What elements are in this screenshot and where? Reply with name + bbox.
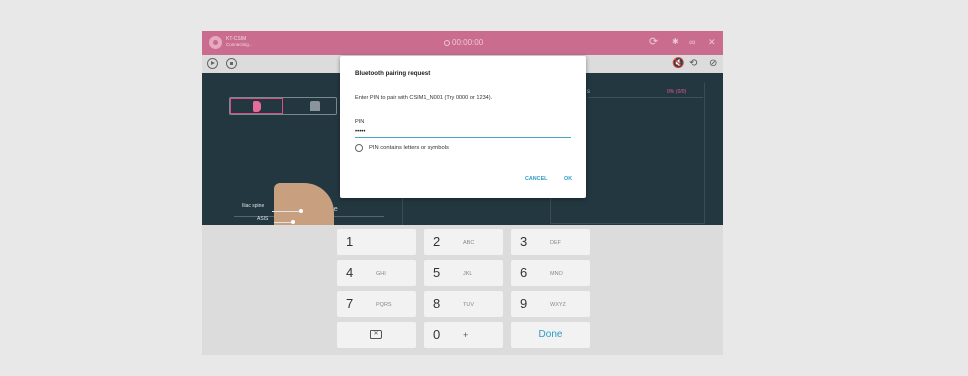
mute-icon[interactable]: 🔇 (672, 57, 684, 71)
key-7[interactable]: 7 PQRS (337, 291, 416, 317)
connection-status: Connecting... (226, 42, 253, 47)
dialog-title: Bluetooth pairing request (355, 70, 431, 77)
app-logo-icon (209, 36, 222, 49)
session-timer: 00:00:00 (444, 38, 483, 47)
progress-value: 0% (0/0) (667, 89, 687, 95)
title-bar: KT-CSIM Connecting... 00:00:00 ⟳ ✱ ∞ ✕ (202, 31, 723, 55)
clock-icon (444, 40, 450, 46)
divider (588, 97, 703, 98)
pin-label: PIN (355, 119, 365, 125)
key-3[interactable]: 3 DEF (511, 229, 590, 255)
landmark-pointer (272, 211, 300, 212)
stop-icon[interactable] (226, 58, 237, 69)
timer-value: 00:00:00 (452, 38, 484, 47)
body-view-toggle[interactable] (229, 97, 337, 115)
cancel-button[interactable]: CANCEL (525, 176, 547, 182)
landmark-dot (291, 220, 295, 224)
dialog-message: Enter PIN to pair with CSIM1_N001 (Try 0… (355, 95, 493, 101)
refresh-icon[interactable]: ⟳ (649, 35, 658, 49)
done-key[interactable]: Done (511, 322, 590, 348)
toggle-option-side[interactable] (230, 98, 283, 114)
key-6[interactable]: 6 MNO (511, 260, 590, 286)
key-4[interactable]: 4 GHI (337, 260, 416, 286)
key-2[interactable]: 2 ABC (424, 229, 503, 255)
key-1[interactable]: 1 (337, 229, 416, 255)
backspace-key[interactable]: ✕ (337, 322, 416, 348)
pin-letters-checkbox[interactable] (355, 144, 363, 152)
key-0[interactable]: 0 + (424, 322, 503, 348)
body-side-icon (253, 101, 261, 112)
key-5[interactable]: 5 JKL (424, 260, 503, 286)
right-panel-label: s (587, 89, 590, 95)
play-icon[interactable] (207, 58, 218, 69)
landmark-iliac-label: Iliac spine (242, 203, 265, 209)
bluetooth-icon[interactable]: ✱ (672, 35, 679, 49)
pin-off-icon[interactable]: ⊘ (709, 57, 717, 71)
pin-input[interactable] (355, 126, 571, 138)
ok-button[interactable]: OK (564, 176, 572, 182)
key-8[interactable]: 8 TUV (424, 291, 503, 317)
body-back-icon (310, 101, 320, 111)
backspace-icon: ✕ (370, 330, 382, 339)
landmark-pointer (274, 222, 292, 223)
bluetooth-pairing-dialog: Bluetooth pairing request Enter PIN to p… (340, 56, 586, 198)
landmark-dot (299, 209, 303, 213)
pin-letters-label[interactable]: PIN contains letters or symbols (369, 145, 449, 151)
link-icon[interactable]: ∞ (689, 35, 695, 49)
close-icon[interactable]: ✕ (708, 35, 716, 49)
landmark-asis-label: ASIS (257, 216, 269, 222)
sync-icon[interactable]: ⟲ (689, 57, 697, 71)
numeric-keypad: 1 2 ABC 3 DEF 4 GHI 5 JKL 6 MNO 7 PQRS 8 TUV 9W… (202, 225, 723, 355)
key-9[interactable]: 9 WXYZ (511, 291, 590, 317)
